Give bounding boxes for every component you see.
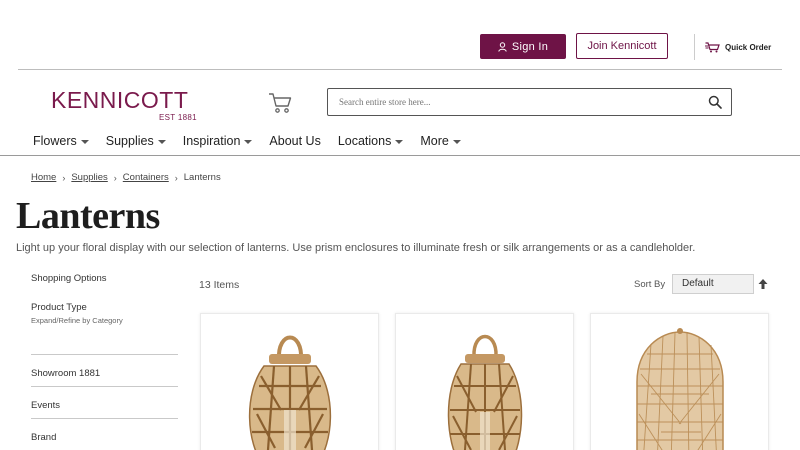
sidebar-divider	[31, 386, 178, 387]
shopping-options-heading: Shopping Options	[31, 273, 107, 284]
caret-down-icon	[157, 140, 166, 144]
sort-by-select[interactable]: Default	[672, 274, 754, 294]
quick-order-link[interactable]: Quick Order	[705, 40, 771, 54]
caret-down-icon	[452, 140, 461, 144]
nav-label: Inspiration	[182, 134, 241, 148]
logo-tagline: EST 1881	[159, 113, 197, 122]
nav-item-locations[interactable]: Locations	[338, 132, 404, 150]
sign-in-label: Sign In	[511, 40, 549, 53]
kennicott-logo[interactable]: KENNICOTT EST 1881	[51, 87, 197, 122]
sort-by-label: Sort By	[634, 279, 666, 290]
chevron-right-icon: ›	[62, 172, 66, 183]
nav-label: More	[420, 134, 449, 148]
filter-brand[interactable]: Brand	[31, 432, 56, 443]
caret-down-icon	[80, 140, 89, 144]
cart-button[interactable]	[268, 92, 292, 114]
product-card[interactable]	[590, 313, 769, 450]
breadcrumb-containers[interactable]: Containers	[123, 172, 169, 183]
filter-events[interactable]: Events	[31, 400, 60, 411]
nav-item-about-us[interactable]: About Us	[269, 132, 320, 150]
nav-label: About Us	[269, 134, 321, 148]
product-image-rattan-lantern-tall[interactable]	[201, 314, 379, 450]
filter-product-type-subtitle: Expand/Refine by Category	[31, 316, 123, 325]
search-icon[interactable]	[708, 95, 722, 109]
sign-in-button[interactable]: Sign In	[480, 34, 566, 59]
filter-product-type[interactable]: Product Type	[31, 302, 87, 313]
breadcrumb: Home › Supplies › Containers › Lanterns	[31, 172, 221, 183]
breadcrumb-home[interactable]: Home	[31, 172, 56, 183]
nav-label: Locations	[337, 134, 392, 148]
items-count: 13 Items	[199, 279, 240, 291]
sort-direction-arrow-icon[interactable]	[758, 278, 768, 290]
breadcrumb-supplies[interactable]: Supplies	[71, 172, 107, 183]
product-card[interactable]	[200, 313, 379, 450]
chevron-right-icon: ›	[174, 172, 178, 183]
caret-down-icon	[244, 140, 253, 144]
page-description: Light up your floral display with our se…	[16, 242, 696, 254]
breadcrumb-current: Lanterns	[183, 172, 221, 183]
sidebar-divider	[31, 354, 178, 355]
product-image-rattan-lantern-small[interactable]	[396, 314, 574, 450]
top-utility-bar: Sign In Join Kennicott Quick Order	[0, 0, 800, 70]
nav-divider	[0, 155, 800, 156]
nav-item-inspiration[interactable]: Inspiration	[183, 132, 253, 150]
nav-item-flowers[interactable]: Flowers	[33, 132, 89, 150]
search-box	[327, 88, 732, 116]
product-card[interactable]	[395, 313, 574, 450]
sidebar-divider	[31, 418, 178, 419]
page-title: Lanterns	[16, 195, 160, 237]
header-divider-line	[18, 69, 782, 70]
join-kennicott-button[interactable]: Join Kennicott	[576, 33, 668, 59]
product-image-rattan-birdcage-lantern[interactable]	[591, 314, 769, 450]
nav-item-supplies[interactable]: Supplies	[106, 132, 166, 150]
caret-down-icon	[395, 140, 404, 144]
nav-label: Flowers	[33, 134, 77, 148]
header-divider	[694, 34, 695, 60]
logo-wordmark: KENNICOTT	[51, 87, 189, 113]
quick-order-cart-icon	[705, 41, 720, 52]
filter-showroom-1881[interactable]: Showroom 1881	[31, 368, 100, 379]
quick-order-label: Quick Order	[725, 42, 772, 52]
join-label: Join Kennicott	[587, 40, 657, 52]
nav-item-more[interactable]: More	[420, 132, 461, 150]
chevron-right-icon: ›	[113, 172, 117, 183]
cart-icon	[269, 93, 292, 113]
main-navigation: Flowers Supplies Inspiration About Us Lo…	[33, 132, 478, 150]
search-input[interactable]	[339, 94, 699, 110]
user-icon	[498, 41, 507, 52]
nav-label: Supplies	[105, 134, 154, 148]
